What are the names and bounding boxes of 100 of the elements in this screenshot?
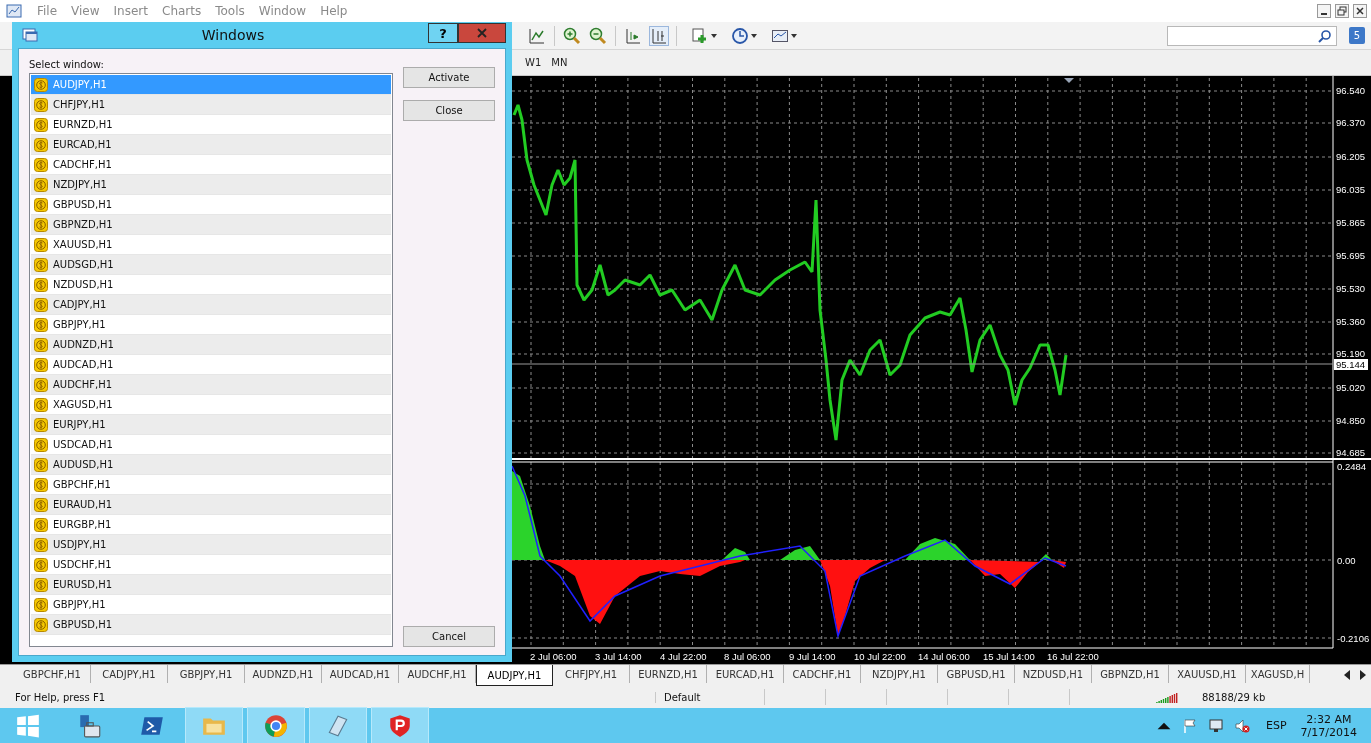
indicator-label: 0.2484 [1337, 461, 1367, 472]
time-label: 2 Jul 06:00 [530, 651, 577, 662]
close-button[interactable] [458, 23, 506, 43]
volume-muted-icon[interactable] [1234, 717, 1250, 734]
shield-icon[interactable] [372, 708, 428, 743]
traffic-text: 88188/29 kb [1202, 691, 1267, 703]
coin-icon [34, 437, 48, 452]
autoscroll-icon[interactable] [650, 26, 668, 45]
coin-icon [34, 477, 48, 492]
chart-tab[interactable]: AUDJPY,H1 [476, 665, 553, 686]
window-list-item[interactable]: EURCAD,H1 [31, 135, 391, 155]
coin-icon [34, 297, 48, 312]
status-help-text: For Help, press F1 [14, 691, 107, 703]
language-indicator[interactable]: ESP [1266, 719, 1287, 732]
current-price-label: 95.144 [1336, 359, 1366, 370]
menu-item[interactable]: Charts [155, 4, 209, 18]
window-list-item[interactable]: GBPUSD,H1 [31, 615, 391, 635]
coin-icon [34, 337, 48, 352]
price-label: 96.205 [1336, 151, 1366, 162]
price-label: 95.865 [1336, 217, 1366, 228]
window-list-item[interactable]: AUDCHF,H1 [31, 375, 391, 395]
coin-icon [34, 537, 48, 552]
browser-icon[interactable] [248, 708, 304, 743]
coin-icon [34, 117, 48, 132]
window-list-item[interactable]: NZDJPY,H1 [31, 175, 391, 195]
coin-icon [34, 377, 48, 392]
coin-icon [34, 517, 48, 532]
activate-button[interactable]: Activate [403, 67, 495, 88]
caret-icon[interactable] [751, 33, 757, 38]
coin-icon [34, 317, 48, 332]
network-icon[interactable] [1208, 717, 1224, 734]
coin-icon [34, 597, 48, 612]
coin-icon [34, 157, 48, 172]
time-label: 3 Jul 14:00 [595, 651, 642, 662]
search-icon[interactable] [1318, 28, 1332, 43]
menu-item[interactable]: View [64, 4, 107, 18]
time-label: 4 Jul 22:00 [660, 651, 707, 662]
coin-icon [34, 237, 48, 252]
zoom-in-icon[interactable] [563, 26, 581, 45]
window-list-item[interactable]: GBPNZD,H1 [31, 215, 391, 235]
clock-time[interactable]: 2:32 AM [1306, 712, 1352, 726]
close-window-button[interactable]: Close [403, 100, 495, 121]
flag-icon[interactable] [1182, 717, 1198, 734]
indicator-label: -0.2106 [1337, 633, 1370, 644]
minimize-icon[interactable] [1317, 4, 1331, 18]
menu-item[interactable]: Tools [208, 4, 252, 18]
zoom-out-icon[interactable] [589, 26, 607, 45]
menu-item[interactable]: Window [251, 4, 314, 18]
window-list-item[interactable]: EURUSD,H1 [31, 575, 391, 595]
clock-date[interactable]: 7/17/2014 [1300, 725, 1357, 739]
add-indicator-button[interactable] [691, 26, 717, 45]
time-label: 14 Jul 06:00 [918, 651, 970, 662]
coin-icon [34, 357, 48, 372]
histogram-area [905, 538, 970, 560]
menu-item[interactable]: File [30, 4, 65, 18]
coin-icon [34, 457, 48, 472]
price-label: 95.360 [1336, 316, 1366, 327]
window-list-item[interactable]: USDJPY,H1 [31, 535, 391, 555]
time-label: 16 Jul 22:00 [1047, 651, 1099, 662]
coin-icon [34, 557, 48, 572]
price-label: 96.370 [1336, 117, 1366, 128]
price-label: 96.540 [1336, 85, 1366, 96]
time-label: 9 Jul 14:00 [789, 651, 836, 662]
price-label: 94.685 [1336, 447, 1366, 458]
caret-icon[interactable] [791, 33, 797, 38]
window-list-item[interactable]: EURJPY,H1 [31, 415, 391, 435]
scroll-right-icon[interactable] [1359, 670, 1367, 680]
periods-button[interactable] [731, 26, 757, 45]
timeframe-button[interactable]: W1 [520, 57, 547, 68]
search-field[interactable] [1167, 25, 1337, 46]
close-icon[interactable] [1353, 4, 1367, 18]
restore-icon[interactable] [1335, 4, 1349, 18]
window-title: Windows [200, 27, 266, 43]
time-label: 10 Jul 22:00 [854, 651, 906, 662]
chart-shift-icon[interactable] [624, 26, 642, 45]
time-label: 15 Jul 14:00 [983, 651, 1035, 662]
line-chart-icon[interactable] [528, 26, 546, 45]
window-list-item[interactable]: CADJPY,H1 [31, 295, 391, 315]
notification-badge[interactable]: 5 [1349, 27, 1365, 44]
caret-icon[interactable] [711, 33, 717, 38]
price-label: 94.850 [1336, 415, 1366, 426]
window-list-item[interactable]: CHFJPY,H1 [31, 95, 391, 115]
scroll-left-icon[interactable] [1343, 670, 1351, 680]
window-list-item[interactable]: EURAUD,H1 [31, 495, 391, 515]
price-label: 95.695 [1336, 250, 1366, 261]
shift-marker-icon[interactable] [1064, 78, 1074, 83]
window-list-item[interactable]: AUDSGD,H1 [31, 255, 391, 275]
coin-icon [34, 417, 48, 432]
window-list-icon [22, 27, 38, 43]
window-list-item[interactable]: AUDNZD,H1 [31, 335, 391, 355]
app-icon[interactable] [6, 3, 22, 19]
timeframe-button[interactable]: MN [546, 57, 573, 68]
cancel-button[interactable]: Cancel [403, 626, 495, 647]
coin-icon [34, 577, 48, 592]
coin-icon [34, 257, 48, 272]
menu-item[interactable]: Insert [106, 4, 155, 18]
profile-name: Default [655, 691, 764, 703]
notepad-icon[interactable] [310, 708, 366, 743]
window-list-item[interactable]: AUDUSD,H1 [31, 455, 391, 475]
help-button[interactable]: ? [428, 23, 458, 43]
